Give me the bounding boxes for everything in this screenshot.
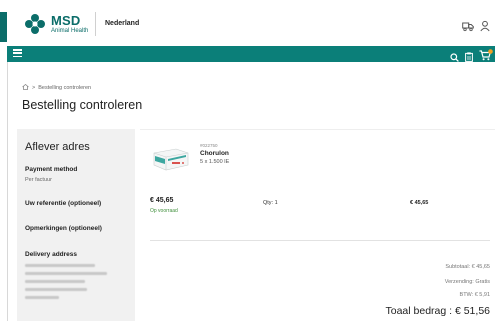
cart-badge — [488, 49, 493, 54]
search-icon[interactable] — [450, 49, 459, 67]
delivery-truck-icon[interactable] — [462, 19, 474, 32]
breadcrumb: > Bestelling controleren — [22, 83, 92, 92]
delivery-address-label: Delivery address — [25, 251, 78, 258]
breadcrumb-current: Bestelling controleren — [38, 85, 92, 91]
payment-method-value: Per factuur — [25, 177, 52, 183]
brand-sub: Animal Health — [51, 28, 89, 34]
product-name[interactable]: Chorulon — [200, 150, 229, 157]
remarks-field[interactable]: Opmerkingen (optioneel) — [25, 225, 102, 232]
content-divider — [140, 129, 495, 130]
summary-divider — [150, 240, 490, 241]
page: MSD Animal Health Nederland > Bestelling… — [0, 0, 495, 321]
msd-logo[interactable]: MSD Animal Health — [24, 13, 88, 35]
address-redacted — [25, 280, 85, 283]
delivery-heading: Aflever adres — [25, 141, 90, 153]
address-redacted — [25, 264, 95, 267]
unit-price: € 45,65 — [150, 197, 174, 204]
breadcrumb-separator: > — [32, 85, 36, 91]
clipboard-icon[interactable] — [465, 49, 473, 67]
address-redacted — [25, 288, 87, 291]
address-redacted — [25, 272, 107, 275]
subtotal: Subtotaal: € 45,65 — [445, 264, 490, 270]
brand-name: MSD — [51, 13, 81, 28]
line-total: € 45,65 — [410, 200, 429, 206]
header-separator — [95, 12, 96, 36]
home-icon[interactable] — [22, 83, 29, 92]
stock-status: Op voorraad — [150, 208, 178, 214]
vat: BTW: € 5,91 — [459, 292, 490, 298]
brand-text: MSD Animal Health — [51, 14, 88, 34]
product-sku: #022750 — [200, 143, 218, 148]
user-icon[interactable] — [479, 19, 491, 32]
window-edge-marker — [0, 12, 7, 42]
product-image[interactable] — [150, 143, 192, 173]
grand-total: Toaal bedrag : € 51,56 — [385, 305, 491, 317]
top-header: MSD Animal Health Nederland — [7, 0, 495, 47]
cart-icon[interactable] — [479, 48, 493, 66]
menu-icon[interactable] — [13, 49, 22, 58]
msd-logo-icon — [24, 13, 46, 35]
shipping: Verzending: Gratis — [444, 279, 490, 285]
quantity: Qty: 1 — [263, 200, 278, 206]
region-label[interactable]: Nederland — [105, 20, 139, 27]
address-redacted — [25, 296, 59, 299]
payment-method-label: Payment method — [25, 166, 78, 173]
delivery-panel: Aflever adres Payment method Per factuur… — [17, 129, 135, 321]
product-pack-size: 5 x 1.500 IE — [200, 159, 230, 165]
main-nav-bar — [7, 46, 495, 62]
page-title: Bestelling controleren — [22, 98, 143, 112]
reference-field[interactable]: Uw referentie (optioneel) — [25, 200, 101, 207]
